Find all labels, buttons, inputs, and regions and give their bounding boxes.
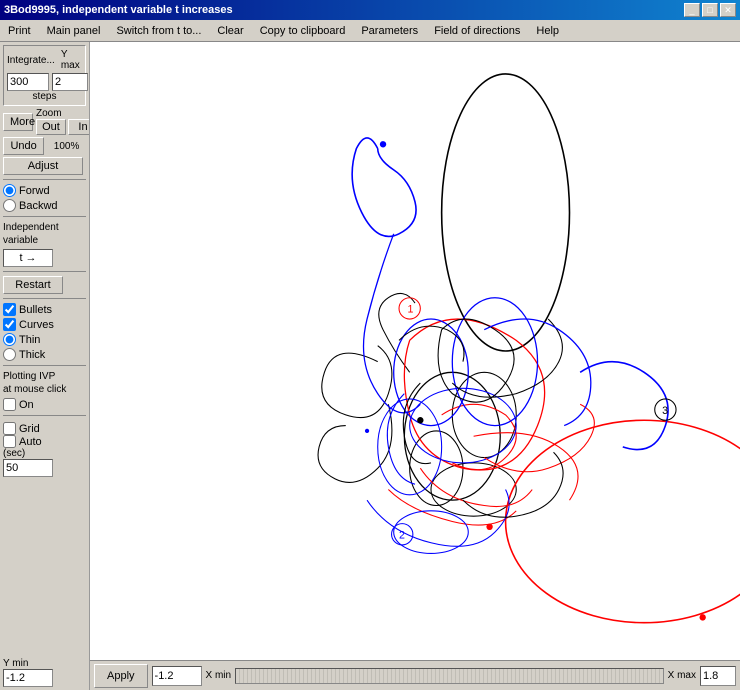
menu-bar: Print Main panel Switch from t to... Cle…	[0, 20, 740, 42]
ymax-input[interactable]	[52, 73, 88, 91]
xmin-input[interactable]	[152, 666, 202, 686]
auto-checkbox[interactable]	[3, 435, 16, 448]
undo-button[interactable]: Undo	[3, 137, 44, 155]
menu-print[interactable]: Print	[4, 24, 35, 38]
title-bar-buttons: _ □ ✕	[684, 3, 736, 17]
forward-radio-label[interactable]: Forwd	[3, 184, 86, 197]
bottom-bar: Apply X min X max	[90, 660, 740, 690]
grid-checkbox-label[interactable]: Grid	[3, 422, 86, 435]
svg-text:2: 2	[399, 530, 405, 542]
plot-svg: 1 2 3	[90, 42, 740, 660]
menu-switch[interactable]: Switch from t to...	[112, 24, 205, 38]
plotting-ivp-label: Plotting IVPat mouse click	[3, 370, 86, 396]
curves-checkbox[interactable]	[3, 318, 16, 331]
xmax-label: X max	[668, 670, 696, 681]
forward-radio[interactable]	[3, 184, 16, 197]
title-bar-text: 3Bod9995, independent variable t increas…	[4, 4, 233, 16]
menu-copy[interactable]: Copy to clipboard	[256, 24, 350, 38]
backward-radio[interactable]	[3, 199, 16, 212]
on-checkbox-label[interactable]: On	[3, 398, 86, 411]
more-button[interactable]: More	[3, 113, 33, 131]
maximize-button[interactable]: □	[702, 3, 718, 17]
xmax-input[interactable]	[700, 666, 736, 686]
thick-radio-label[interactable]: Thick	[3, 348, 86, 361]
menu-help[interactable]: Help	[532, 24, 563, 38]
curves-checkbox-label[interactable]: Curves	[3, 318, 86, 331]
bullets-checkbox-label[interactable]: Bullets	[3, 303, 86, 316]
thick-radio[interactable]	[3, 348, 16, 361]
sec-input[interactable]	[3, 459, 53, 477]
xmin-label: X min	[206, 670, 232, 681]
menu-clear[interactable]: Clear	[213, 24, 247, 38]
menu-parameters[interactable]: Parameters	[357, 24, 422, 38]
restart-button[interactable]: Restart	[3, 276, 63, 294]
ymin-input[interactable]	[3, 669, 53, 687]
indep-var-label: Independentvariable	[3, 221, 86, 247]
steps-label: steps	[7, 91, 82, 102]
scrollbar-h[interactable]	[235, 668, 664, 684]
thin-radio-label[interactable]: Thin	[3, 333, 86, 346]
integrate-label: Integrate...	[7, 55, 55, 66]
backward-radio-label[interactable]: Backwd	[3, 199, 86, 212]
apply-button[interactable]: Apply	[94, 664, 148, 688]
sec-label: (sec)	[3, 448, 86, 459]
zoom-out-button[interactable]: Out	[36, 119, 66, 135]
plot-area[interactable]: 1 2 3	[90, 42, 740, 660]
auto-checkbox-label[interactable]: Auto	[3, 435, 86, 448]
right-panel: 1 2 3	[90, 42, 740, 690]
minimize-button[interactable]: _	[684, 3, 700, 17]
zoom-percent: 100%	[47, 141, 86, 152]
grid-checkbox[interactable]	[3, 422, 16, 435]
svg-text:3: 3	[662, 405, 668, 417]
menu-field[interactable]: Field of directions	[430, 24, 524, 38]
adjust-button[interactable]: Adjust	[3, 157, 83, 175]
on-checkbox[interactable]	[3, 398, 16, 411]
svg-text:1: 1	[408, 304, 414, 316]
close-button[interactable]: ✕	[720, 3, 736, 17]
menu-main-panel[interactable]: Main panel	[43, 24, 105, 38]
zoom-in-button[interactable]: In	[68, 119, 90, 135]
title-bar: 3Bod9995, independent variable t increas…	[0, 0, 740, 20]
indep-var-box: t →	[3, 249, 53, 267]
ymin-label: Y min	[3, 658, 86, 669]
steps-input[interactable]	[7, 73, 49, 91]
left-panel: Integrate... Y max steps More Zoom Out I…	[0, 42, 90, 690]
bullets-checkbox[interactable]	[3, 303, 16, 316]
thin-radio[interactable]	[3, 333, 16, 346]
zoom-label: Zoom	[36, 108, 90, 119]
ymax-label: Y max	[61, 49, 82, 71]
